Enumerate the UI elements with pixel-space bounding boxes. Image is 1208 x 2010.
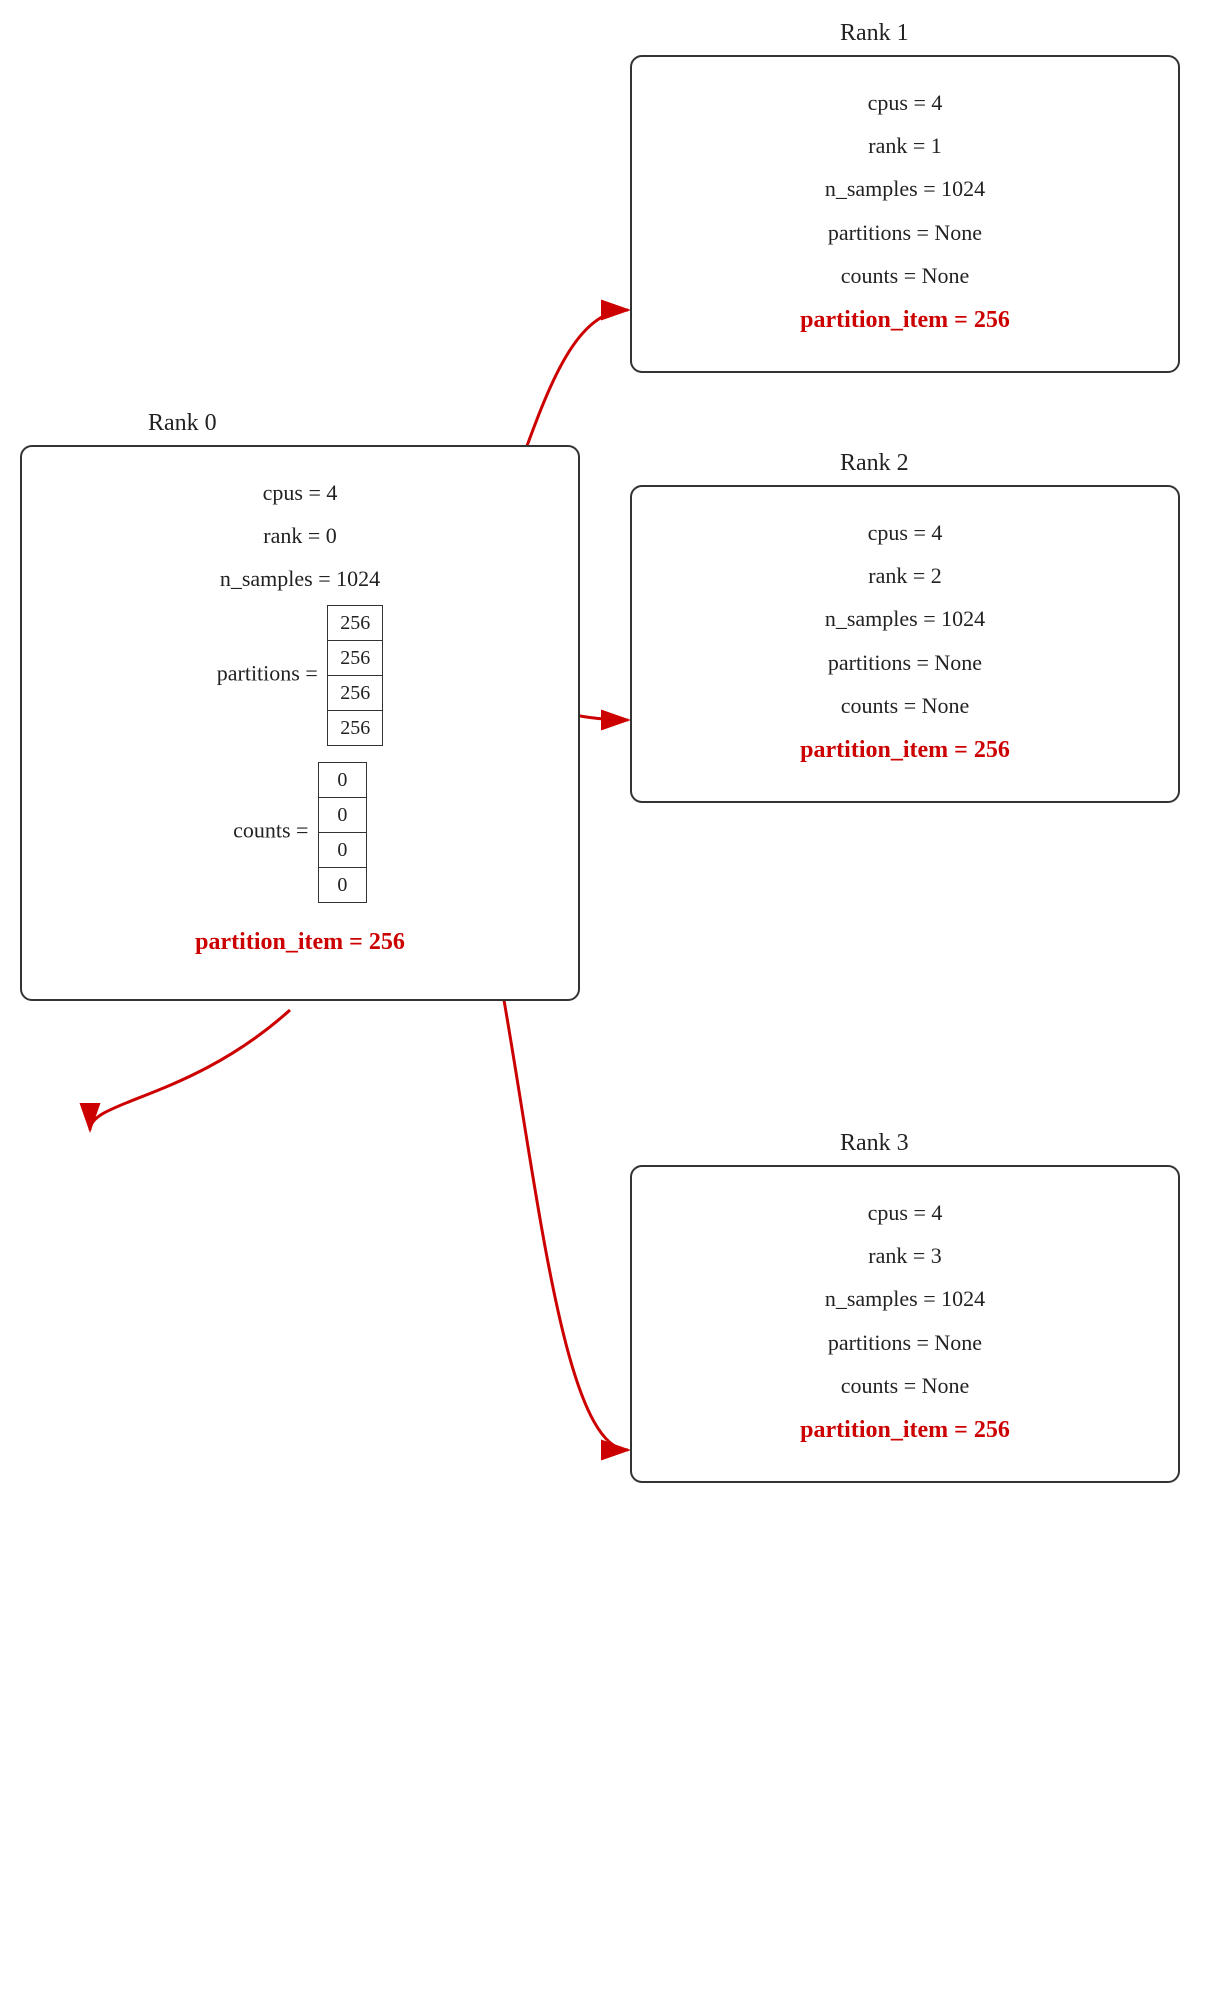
rank1-partitions: partitions = None [662, 215, 1148, 250]
rank2-nsamples: n_samples = 1024 [662, 601, 1148, 636]
rank2-partition-item: partition_item = 256 [662, 731, 1148, 769]
rank1-title: Rank 1 [840, 20, 909, 47]
rank3-rank: rank = 3 [662, 1238, 1148, 1273]
rank1-box: cpus = 4 rank = 1 n_samples = 1024 parti… [630, 55, 1180, 373]
rank0-count-1: 0 [318, 797, 366, 832]
rank3-nsamples: n_samples = 1024 [662, 1281, 1148, 1316]
rank2-rank: rank = 2 [662, 558, 1148, 593]
rank0-rank: rank = 0 [52, 518, 548, 553]
diagram-container: Rank 1 cpus = 4 rank = 1 n_samples = 102… [0, 0, 1208, 2010]
rank0-count-3: 0 [318, 867, 366, 902]
rank2-counts: counts = None [662, 688, 1148, 723]
rank3-box: cpus = 4 rank = 3 n_samples = 1024 parti… [630, 1165, 1180, 1483]
rank2-box: cpus = 4 rank = 2 n_samples = 1024 parti… [630, 485, 1180, 803]
rank0-title: Rank 0 [148, 410, 217, 437]
rank0-cpus: cpus = 4 [52, 475, 548, 510]
rank0-partition-3: 256 [328, 710, 383, 745]
rank1-partition-item: partition_item = 256 [662, 301, 1148, 339]
rank2-partitions: partitions = None [662, 645, 1148, 680]
rank1-nsamples: n_samples = 1024 [662, 171, 1148, 206]
rank0-partition-item: partition_item = 256 [52, 923, 548, 961]
rank1-rank: rank = 1 [662, 128, 1148, 163]
rank0-partition-1: 256 [328, 640, 383, 675]
rank3-partitions: partitions = None [662, 1325, 1148, 1360]
rank0-partition-0: 256 [328, 605, 383, 640]
rank2-cpus: cpus = 4 [662, 515, 1148, 550]
rank0-partitions-array: 256 256 256 256 [327, 605, 383, 746]
rank3-cpus: cpus = 4 [662, 1195, 1148, 1230]
rank0-counts-array: 0 0 0 0 [318, 762, 367, 903]
rank3-counts: counts = None [662, 1368, 1148, 1403]
rank0-partitions-row: partitions = 256 256 256 256 [52, 605, 548, 746]
rank0-counts-label: counts = [233, 817, 308, 842]
rank0-partition-2: 256 [328, 675, 383, 710]
rank3-partition-item: partition_item = 256 [662, 1411, 1148, 1449]
rank2-title: Rank 2 [840, 450, 909, 477]
rank0-box: cpus = 4 rank = 0 n_samples = 1024 parti… [20, 445, 580, 1001]
rank0-counts-row: counts = 0 0 0 0 [52, 762, 548, 903]
rank1-cpus: cpus = 4 [662, 85, 1148, 120]
rank3-title: Rank 3 [840, 1130, 909, 1157]
rank0-count-0: 0 [318, 762, 366, 797]
rank1-counts: counts = None [662, 258, 1148, 293]
rank0-partitions-label: partitions = [217, 660, 318, 685]
rank0-count-2: 0 [318, 832, 366, 867]
rank0-nsamples: n_samples = 1024 [52, 561, 548, 596]
